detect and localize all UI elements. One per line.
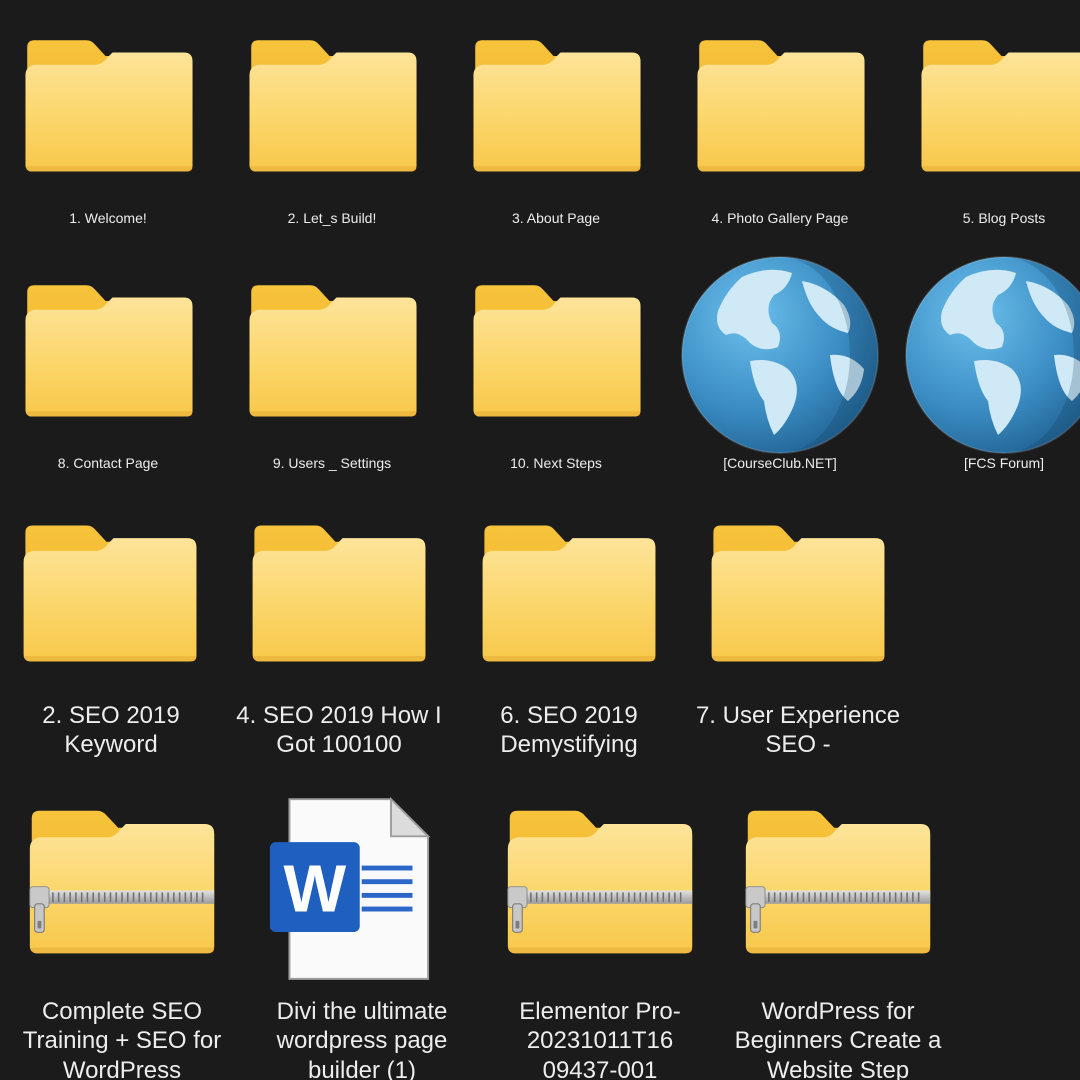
globe-icon — [904, 255, 1080, 455]
folder-icon — [918, 35, 1080, 175]
file-label: Divi the ultimate wordpress page builder… — [276, 998, 448, 1080]
file-item[interactable]: 2. Let_s Build! — [232, 30, 432, 240]
folder-icon — [249, 520, 429, 665]
file-item[interactable]: 9. Users _ Settings — [232, 275, 432, 485]
file-item[interactable]: 7. User Experience SEO - — [693, 515, 903, 775]
file-label: 1. Welcome! — [69, 210, 147, 226]
file-item[interactable]: Divi the ultimate wordpress page builder… — [252, 795, 472, 1080]
file-label: 7. User Experience SEO - — [695, 702, 901, 759]
file-label: 5. Blog Posts — [962, 210, 1046, 226]
zip-folder-icon — [504, 805, 696, 957]
folder-icon — [708, 520, 888, 665]
file-item[interactable]: Elementor Pro-20231011T16 09437-001 — [490, 795, 710, 1080]
word-document-icon — [266, 795, 432, 985]
zip-folder-icon — [742, 805, 934, 957]
folder-icon — [470, 35, 644, 175]
file-item[interactable]: 6. SEO 2019 Demystifying — [464, 515, 674, 775]
file-item[interactable]: [FCS Forum] — [904, 255, 1080, 485]
file-explorer-large-icons-view: 1. Welcome! 2. Let_s Build! 3. About Pag… — [0, 0, 1080, 1080]
folder-icon — [22, 280, 196, 420]
file-label: 3. About Page — [512, 210, 600, 226]
file-label: [CourseClub.NET] — [723, 455, 837, 471]
folder-icon — [22, 35, 196, 175]
file-item[interactable]: 2. SEO 2019 Keyword — [6, 515, 216, 775]
file-label: [FCS Forum] — [963, 455, 1045, 471]
folder-icon — [479, 520, 659, 665]
file-item[interactable]: 3. About Page — [456, 30, 656, 240]
folder-icon — [470, 280, 644, 420]
file-item[interactable]: 4. Photo Gallery Page — [680, 30, 880, 240]
file-label: 6. SEO 2019 Demystifying — [500, 702, 638, 759]
globe-icon — [680, 255, 880, 455]
file-label: 2. SEO 2019 Keyword — [42, 702, 180, 759]
file-label: 2. Let_s Build! — [287, 210, 377, 226]
folder-icon — [246, 35, 420, 175]
folder-icon — [694, 35, 868, 175]
file-label: 8. Contact Page — [57, 455, 159, 471]
folder-icon — [246, 280, 420, 420]
file-item[interactable]: 5. Blog Posts — [904, 30, 1080, 240]
file-item[interactable]: Complete SEO Training + SEO for WordPres… — [12, 795, 232, 1080]
file-item[interactable]: 8. Contact Page — [8, 275, 208, 485]
file-label: Complete SEO Training + SEO for WordPres… — [22, 998, 222, 1080]
file-item[interactable]: 10. Next Steps — [456, 275, 656, 485]
file-label: 4. Photo Gallery Page — [711, 210, 849, 226]
file-item[interactable]: 1. Welcome! — [8, 30, 208, 240]
file-label: 9. Users _ Settings — [272, 455, 392, 471]
file-item[interactable]: 4. SEO 2019 How I Got 100100 — [234, 515, 444, 775]
file-label: 4. SEO 2019 How I Got 100100 — [236, 702, 442, 759]
file-item[interactable]: [CourseClub.NET] — [680, 255, 880, 485]
file-label: WordPress for Beginners Create a Website… — [734, 998, 942, 1080]
folder-icon — [20, 520, 200, 665]
file-label: Elementor Pro-20231011T16 09437-001 — [519, 998, 681, 1080]
file-item[interactable]: WordPress for Beginners Create a Website… — [728, 795, 948, 1080]
zip-folder-icon — [26, 805, 218, 957]
file-label: 10. Next Steps — [510, 455, 602, 471]
